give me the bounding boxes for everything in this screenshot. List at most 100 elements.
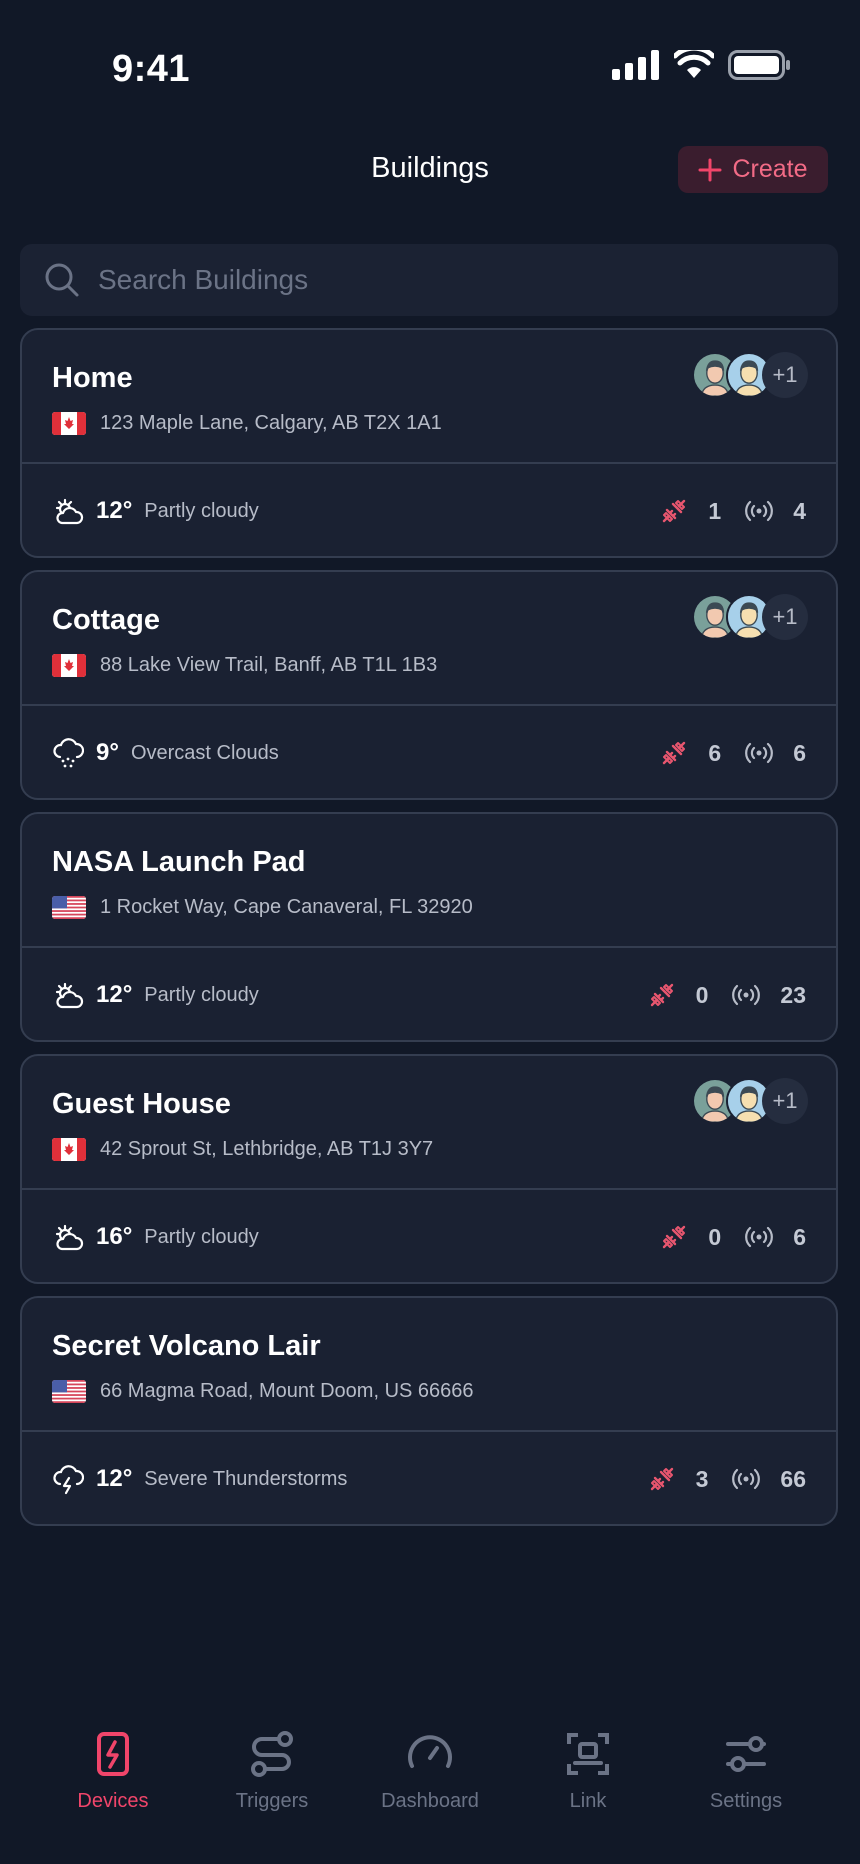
building-card[interactable]: Home 123 Maple Lane, Calgary, AB T2X 1A1… [20,328,838,558]
nav-settings-label: Settings [709,1790,783,1812]
weather-description: Partly cloudy [144,983,259,1006]
temperature: 16° [96,1223,133,1250]
device-stats: 6 6 [660,739,806,767]
disconnected-plug-icon [650,983,673,1007]
building-address: 123 Maple Lane, Calgary, AB T2X 1A1 [100,412,442,434]
wifi-icon [674,50,714,78]
building-address-row: 66 Magma Road, Mount Doom, US 66666 [52,1380,474,1403]
building-address: 88 Lake View Trail, Banff, AB T1L 1B3 [100,654,438,676]
building-card-footer: 12° Severe Thunderstorms 3 66 [22,1432,836,1524]
building-card[interactable]: Guest House 42 Sprout St, Lethbridge, AB… [20,1054,838,1284]
members-more-count: +1 [762,594,808,640]
nav-triggers[interactable]: Triggers [192,1730,352,1813]
building-card-header: Home 123 Maple Lane, Calgary, AB T2X 1A1… [22,330,836,464]
disconnected-plug-icon [663,1225,686,1249]
devices-offline-count: 1 [708,497,722,524]
device-stats: 0 6 [660,1223,806,1251]
cellular-signal-icon [612,50,659,80]
building-card-footer: 12° Partly cloudy 0 23 [22,948,836,1040]
weather-description: Partly cloudy [144,1225,259,1248]
temperature: 12° [96,497,133,524]
temperature: 12° [96,981,133,1008]
disconnected-plug-icon [663,499,686,523]
devices-icon [97,1732,129,1776]
buildings-list: Home 123 Maple Lane, Calgary, AB T2X 1A1… [20,328,838,1538]
building-name: Cottage [52,604,160,636]
broadcast-signal-icon [745,500,774,522]
building-card[interactable]: NASA Launch Pad 1 Rocket Way, Cape Canav… [20,812,838,1042]
building-card[interactable]: Cottage 88 Lake View Trail, Banff, AB T1… [20,570,838,800]
building-name: Guest House [52,1088,231,1120]
nav-triggers-label: Triggers [235,1790,309,1812]
partly-cloudy-icon [55,982,84,1009]
building-card-header: Guest House 42 Sprout St, Lethbridge, AB… [22,1056,836,1190]
members-avatars[interactable]: +1 [692,594,808,640]
partly-cloudy-icon [55,498,84,525]
temperature: 12° [96,1465,133,1492]
weather-description: Overcast Clouds [130,741,279,764]
devices-offline-count: 3 [695,1465,709,1492]
devices-offline-count: 6 [708,739,722,766]
members-more-count: +1 [762,352,808,398]
building-card-header: Secret Volcano Lair 66 Magma Road, Mount… [22,1298,836,1432]
weather-description: Partly cloudy [144,499,259,522]
building-name: Home [52,362,133,394]
thunderstorm-icon [53,1465,84,1495]
building-card-footer: 16° Partly cloudy 0 6 [22,1190,836,1282]
broadcast-signal-icon [745,742,774,764]
broadcast-signal-icon [732,1468,761,1490]
disconnected-plug-icon [663,741,686,765]
overcast-clouds-icon [53,738,84,768]
canada-flag-icon [52,1138,86,1161]
building-card-footer: 12° Partly cloudy 1 4 [22,464,836,556]
members-avatars[interactable]: +1 [692,352,808,398]
device-stats: 0 23 [648,981,806,1009]
nav-devices[interactable]: Devices [33,1730,193,1813]
settings-sliders-icon [726,1736,766,1772]
nav-settings[interactable]: Settings [666,1730,826,1813]
building-address-row: 1 Rocket Way, Cape Canaveral, FL 32920 [52,896,473,919]
plus-icon [698,158,722,181]
status-icons [612,50,790,80]
device-stats: 1 4 [660,497,806,525]
screen: 9:41 Buildings Create Search Buildings H… [0,0,860,1864]
devices-online-count: 66 [780,1465,806,1492]
search-icon [45,263,79,297]
building-address-row: 42 Sprout St, Lethbridge, AB T1J 3Y7 [52,1138,433,1161]
weather-description: Severe Thunderstorms [144,1467,348,1490]
devices-online-count: 6 [793,739,806,766]
building-address-row: 123 Maple Lane, Calgary, AB T2X 1A1 [52,412,442,435]
building-card-footer: 9° Overcast Clouds 6 6 [22,706,836,798]
broadcast-signal-icon [745,1226,774,1248]
devices-online-count: 23 [780,981,806,1008]
nav-dashboard[interactable]: Dashboard [350,1730,510,1813]
canada-flag-icon [52,654,86,677]
create-button-label: Create [732,155,808,183]
create-button[interactable]: Create [678,146,828,193]
broadcast-signal-icon [732,984,761,1006]
building-address: 1 Rocket Way, Cape Canaveral, FL 32920 [100,896,473,918]
search-input[interactable] [98,264,798,296]
building-card-header: NASA Launch Pad 1 Rocket Way, Cape Canav… [22,814,836,948]
battery-icon [728,50,790,80]
link-scan-icon [567,1733,609,1775]
nav-link[interactable]: Link [508,1730,668,1813]
building-name: NASA Launch Pad [52,846,306,878]
nav-link-label: Link [569,1790,607,1812]
building-card[interactable]: Secret Volcano Lair 66 Magma Road, Mount… [20,1296,838,1526]
building-address-row: 88 Lake View Trail, Banff, AB T1L 1B3 [52,654,437,677]
canada-flag-icon [52,412,86,435]
building-card-header: Cottage 88 Lake View Trail, Banff, AB T1… [22,572,836,706]
partly-cloudy-icon [55,1224,84,1251]
devices-offline-count: 0 [695,981,709,1008]
members-avatars[interactable]: +1 [692,1078,808,1124]
device-stats: 3 66 [648,1465,806,1493]
building-name: Secret Volcano Lair [52,1330,321,1362]
devices-online-count: 6 [793,1223,806,1250]
devices-offline-count: 0 [708,1223,722,1250]
triggers-icon [251,1731,293,1777]
search-bar[interactable] [20,244,838,316]
dashboard-gauge-icon [408,1735,452,1768]
building-address: 42 Sprout St, Lethbridge, AB T1J 3Y7 [100,1138,434,1160]
usa-flag-icon [52,896,86,919]
